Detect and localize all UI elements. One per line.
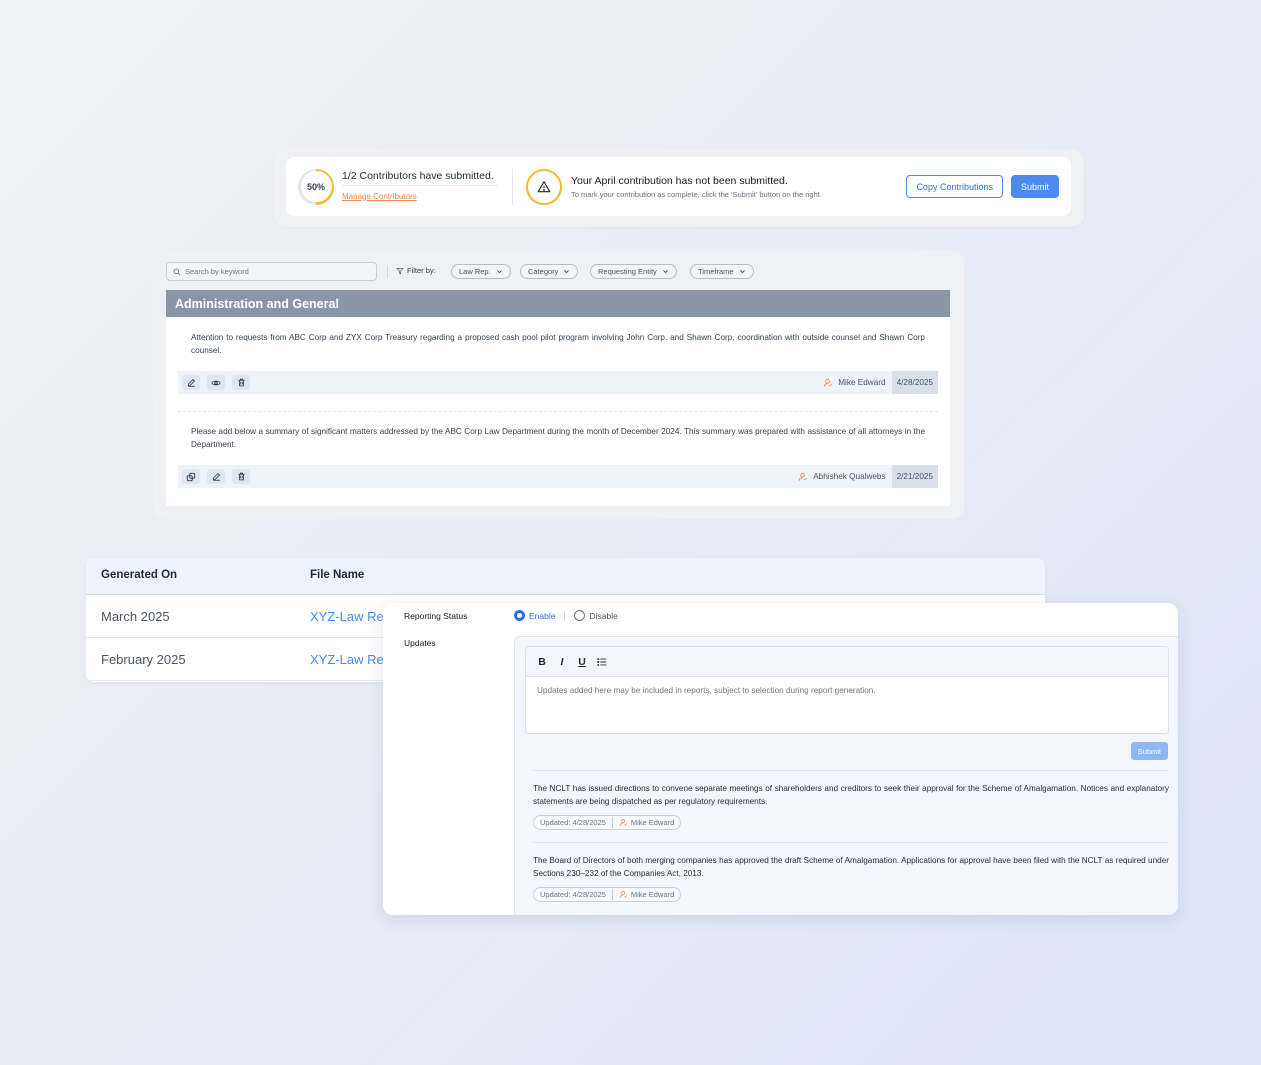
file-name-link[interactable]: XYZ-Law Re [310,609,384,624]
filter-chip-law-rep[interactable]: Law Rep. [451,264,511,279]
disable-label[interactable]: Disable [589,611,617,621]
entry-text: Attention to requests from ABC Corp and … [191,333,925,355]
user-icon [619,890,628,899]
chip-label: Law Rep. [459,267,491,276]
search-icon [173,263,181,281]
contribution-status-card: 50% 1/2 Contributors have submitted. Man… [286,157,1071,216]
chevron-down-icon [662,268,669,275]
reporting-status-radio-group: Enable Disable [514,610,618,621]
delete-icon[interactable] [232,375,250,390]
column-file-name[interactable]: File Name [310,569,364,581]
italic-button[interactable]: I [557,656,567,668]
progress-label: 50% [300,171,332,202]
entry-date: 2/21/2025 [891,465,938,488]
filter-icon [396,267,404,275]
edit-icon[interactable] [182,375,200,390]
editor-toolbar: B I U [526,647,1168,677]
updates-textarea[interactable] [526,677,1168,733]
entry-author: Mike Edward [823,378,891,388]
entry-text: Please add below a summary of significan… [191,427,925,449]
chip-label: Category [528,267,559,276]
view-icon[interactable] [207,375,225,390]
file-name-link[interactable]: XYZ-Law Re [310,652,384,667]
meta-divider [611,817,613,828]
enable-label[interactable]: Enable [529,611,555,621]
rich-text-editor: B I U [525,646,1169,734]
entry-divider [178,411,938,412]
submit-contribution-button[interactable]: Submit [1010,175,1059,198]
updates-panel: Reporting Status Enable Disable Updates … [383,603,1178,915]
update-meta: Updated: 4/28/2025 Mike Edward [533,815,682,830]
search-box[interactable] [166,262,377,281]
update-author: Mike Edward [630,890,675,899]
update-meta: Updated: 4/28/2025 Mike Edward [533,887,682,902]
entry-author: Abhishek Qualwebs [798,472,891,482]
filter-chip-requesting-entity[interactable]: Requesting Entity [590,264,677,279]
chip-label: Timeframe [698,267,734,276]
filter-chip-timeframe[interactable]: Timeframe [690,264,754,279]
update-author: Mike Edward [630,818,675,827]
meta-divider [611,889,613,900]
updated-date: Updated: 4/28/2025 [540,890,606,899]
entry-action-bar: Mike Edward 4/28/2025 [178,371,938,394]
reporting-status-label: Reporting Status [404,611,468,621]
column-generated-on[interactable]: Generated On [101,569,177,581]
bullet-list-icon[interactable] [597,657,607,667]
divider [512,168,513,205]
filter-label: Filter by: [396,266,436,275]
chevron-down-icon [496,268,503,275]
submit-update-button[interactable]: Submit [1130,742,1168,760]
progress-ring: 50% [298,168,334,205]
warning-icon [526,168,562,205]
entry-action-bar: Abhishek Qualwebs 2/21/2025 [178,465,938,488]
user-icon [798,472,808,482]
filter-divider [387,265,388,278]
underline-button[interactable]: U [577,656,587,668]
copy-icon[interactable] [182,469,200,484]
chip-label: Requesting Entity [598,267,657,276]
author-name: Mike Edward [838,378,886,387]
filter-label-text: Filter by: [407,266,436,275]
warning-title: Your April contribution has not been sub… [571,174,788,187]
table-header: Generated On File Name [86,558,1045,595]
update-text: The Board of Directors of both merging c… [533,856,1169,878]
entry-date: 4/28/2025 [891,371,938,394]
enable-radio[interactable] [514,610,525,621]
user-icon [823,378,833,388]
filter-chip-category[interactable]: Category [520,264,579,279]
manage-contributors-link[interactable]: Manage Contributors [342,192,417,201]
generated-on-cell: March 2025 [101,609,170,624]
contributors-submitted-text: 1/2 Contributors have submitted. [342,170,498,186]
disable-radio[interactable] [574,610,586,621]
matters-list: Attention to requests from ABC Corp and … [166,317,950,506]
update-divider [533,770,1169,771]
bold-button[interactable]: B [537,656,547,668]
chevron-down-icon [563,268,570,275]
author-name: Abhishek Qualwebs [813,472,886,481]
chevron-down-icon [739,268,746,275]
edit-icon[interactable] [207,469,225,484]
update-text: The NCLT has issued directions to conven… [533,784,1169,806]
update-divider [533,842,1169,843]
updates-area: B I U Submit The NCLT has issued directi… [514,636,1178,915]
warning-subtitle: To mark your contribution as complete, c… [571,189,822,199]
copy-contributions-button[interactable]: Copy Contributions [906,175,1003,198]
generated-on-cell: February 2025 [101,652,186,667]
radio-divider [564,610,566,621]
updates-label: Updates [404,638,436,648]
delete-icon[interactable] [232,469,250,484]
section-header: Administration and General [166,290,950,317]
search-input[interactable] [185,267,365,276]
user-icon [619,818,628,827]
updated-date: Updated: 4/28/2025 [540,818,606,827]
